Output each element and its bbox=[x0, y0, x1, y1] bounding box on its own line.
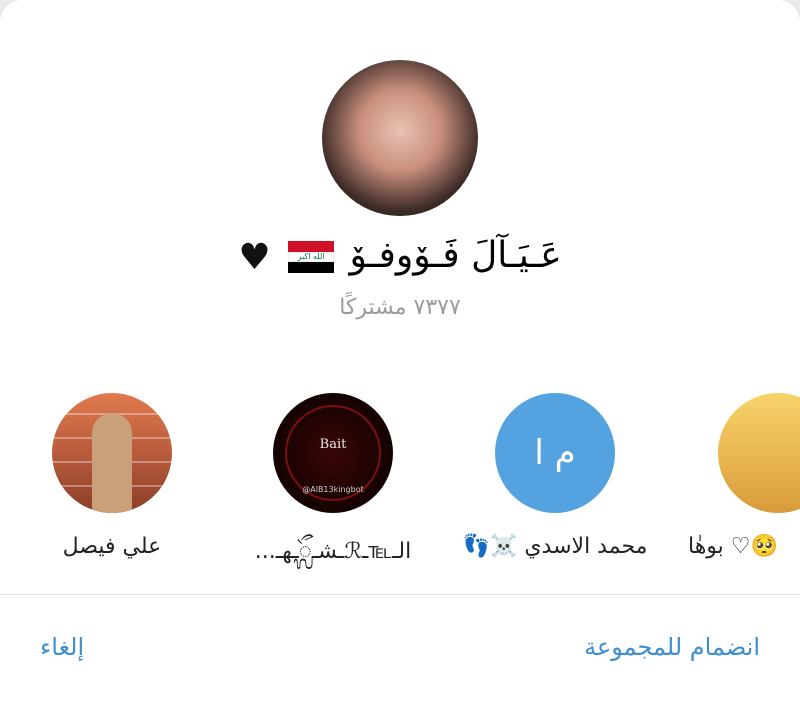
member-item[interactable]: 🥺♡ بوهٰا bbox=[678, 393, 800, 559]
member-avatar bbox=[718, 393, 800, 513]
subscriber-count: ٧٣٧٧ مشتركًا bbox=[339, 295, 461, 320]
member-name: علي فيصل bbox=[62, 534, 162, 559]
member-item[interactable]: علي فيصل bbox=[12, 393, 212, 559]
iraq-flag-icon: الله اكبر bbox=[288, 241, 335, 273]
member-name: الـ℡ـℛـشـᬼـهـ... bbox=[254, 539, 412, 564]
member-avatar: Bait @AlB13kingbot bbox=[273, 393, 393, 513]
member-avatar-initials: م ا bbox=[495, 393, 615, 513]
join-group-button[interactable]: انضمام للمجموعة bbox=[584, 633, 760, 661]
black-heart-icon: ♥ bbox=[238, 236, 271, 278]
member-avatar bbox=[52, 393, 172, 513]
avatar-initials: م ا bbox=[534, 433, 576, 473]
member-name: محمد الاسدي ☠️👣 bbox=[462, 534, 648, 559]
member-name: 🥺♡ بوهٰا bbox=[688, 534, 778, 559]
group-avatar bbox=[322, 60, 478, 216]
flag-text: الله اكبر bbox=[297, 252, 325, 261]
group-title-text: عَـيَـآلَ فَـۆوفـۆ bbox=[349, 235, 562, 276]
member-item[interactable]: م ا محمد الاسدي ☠️👣 bbox=[455, 393, 655, 559]
group-title: عَـيَـآلَ فَـۆوفـۆ الله اكبر ♥ bbox=[0, 235, 800, 278]
logo-handle: @AlB13kingbot bbox=[302, 485, 364, 494]
member-item[interactable]: Bait @AlB13kingbot الـ℡ـℛـشـᬼـهـ... bbox=[233, 393, 433, 574]
join-group-dialog: عَـيَـآلَ فَـۆوفـۆ الله اكبر ♥ ٧٣٧٧ مشتر… bbox=[0, 0, 800, 701]
logo-text: Bait bbox=[319, 437, 347, 452]
divider bbox=[0, 594, 800, 595]
cancel-button[interactable]: إلغاء bbox=[40, 633, 84, 661]
